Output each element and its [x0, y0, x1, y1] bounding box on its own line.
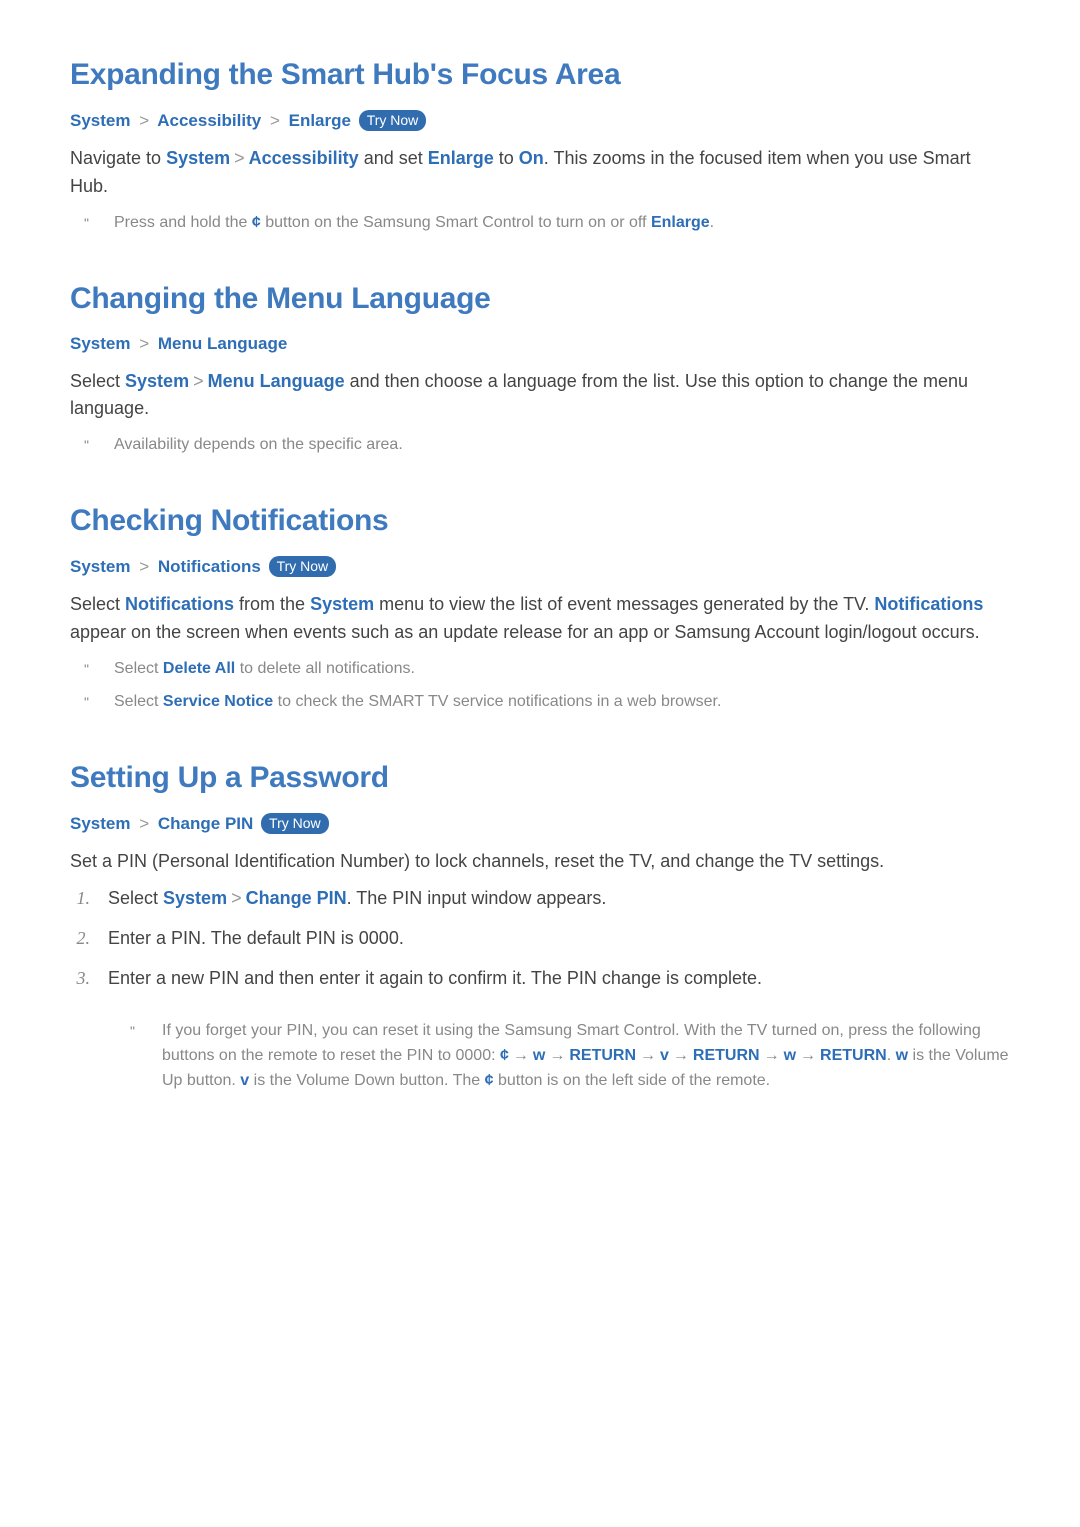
- hl-on: On: [519, 148, 544, 168]
- chevron-icon: >: [135, 111, 153, 130]
- step-text: Enter a new PIN and then enter it again …: [108, 965, 1010, 1093]
- chevron-icon: >: [135, 814, 153, 833]
- symbol-w: w: [896, 1047, 908, 1064]
- arrow-icon: →: [545, 1047, 569, 1064]
- chevron-icon: >: [135, 334, 153, 353]
- heading-menu-language: Changing the Menu Language: [70, 282, 1010, 316]
- note-text: Select Delete All to delete all notifica…: [114, 657, 415, 682]
- heading-expanding-smart-hub: Expanding the Smart Hub's Focus Area: [70, 58, 1010, 92]
- paragraph: Set a PIN (Personal Identification Numbe…: [70, 848, 1010, 876]
- symbol-c: ¢: [500, 1047, 509, 1064]
- arrow-icon: →: [509, 1047, 533, 1064]
- symbol-c: ¢: [485, 1072, 494, 1089]
- step-1: 1. Select System>Change PIN. The PIN inp…: [70, 885, 1010, 913]
- hl-menu-language: Menu Language: [208, 371, 345, 391]
- crumb-notifications: Notifications: [158, 557, 261, 576]
- hl-change-pin: Change PIN: [246, 888, 347, 908]
- step-text: Enter a PIN. The default PIN is 0000.: [108, 925, 1010, 953]
- breadcrumb-notifications: System > Notifications Try Now: [70, 556, 1010, 577]
- chevron-icon: >: [135, 557, 153, 576]
- note-text: Availability depends on the specific are…: [114, 433, 403, 458]
- note: " If you forget your PIN, you can reset …: [108, 1019, 1010, 1093]
- arrow-icon: →: [669, 1047, 693, 1064]
- hl-return: RETURN: [820, 1047, 887, 1064]
- step-number: 2.: [70, 925, 90, 953]
- chevron-icon: >: [189, 371, 208, 391]
- hl-service-notice: Service Notice: [163, 693, 273, 710]
- paragraph: Select System>Menu Language and then cho…: [70, 368, 1010, 424]
- note-marker-icon: ": [84, 690, 94, 715]
- hl-accessibility: Accessibility: [249, 148, 359, 168]
- crumb-enlarge: Enlarge: [289, 111, 351, 130]
- manual-page: Expanding the Smart Hub's Focus Area Sys…: [0, 0, 1080, 1527]
- step-text: Select System>Change PIN. The PIN input …: [108, 885, 1010, 913]
- hl-system: System: [125, 371, 189, 391]
- chevron-icon: >: [227, 888, 246, 908]
- symbol-v: v: [240, 1072, 249, 1089]
- note: " Press and hold the ¢ button on the Sam…: [70, 211, 1010, 236]
- crumb-system: System: [70, 334, 130, 353]
- paragraph: Navigate to System>Accessibility and set…: [70, 145, 1010, 201]
- note-marker-icon: ": [84, 657, 94, 682]
- step-3: 3. Enter a new PIN and then enter it aga…: [70, 965, 1010, 1093]
- note: " Availability depends on the specific a…: [70, 433, 1010, 458]
- hl-return: RETURN: [693, 1047, 760, 1064]
- breadcrumb-change-pin: System > Change PIN Try Now: [70, 813, 1010, 834]
- heading-setting-up-password: Setting Up a Password: [70, 761, 1010, 795]
- note-text: If you forget your PIN, you can reset it…: [162, 1019, 1010, 1093]
- crumb-menu-language: Menu Language: [158, 334, 287, 353]
- hl-notifications: Notifications: [125, 594, 234, 614]
- symbol-w: w: [533, 1047, 545, 1064]
- step-number: 3.: [70, 965, 90, 1093]
- note-marker-icon: ": [84, 433, 94, 458]
- arrow-icon: →: [636, 1047, 660, 1064]
- arrow-icon: →: [760, 1047, 784, 1064]
- crumb-system: System: [70, 111, 130, 130]
- hl-system: System: [163, 888, 227, 908]
- try-now-badge[interactable]: Try Now: [359, 110, 427, 131]
- hl-delete-all: Delete All: [163, 660, 235, 677]
- try-now-badge[interactable]: Try Now: [261, 813, 329, 834]
- note-text: Press and hold the ¢ button on the Samsu…: [114, 211, 714, 236]
- breadcrumb-enlarge: System > Accessibility > Enlarge Try Now: [70, 110, 1010, 131]
- hl-return: RETURN: [569, 1047, 636, 1064]
- hl-system: System: [310, 594, 374, 614]
- ordered-steps: 1. Select System>Change PIN. The PIN inp…: [70, 885, 1010, 1093]
- crumb-system: System: [70, 814, 130, 833]
- crumb-accessibility: Accessibility: [157, 111, 261, 130]
- paragraph: Select Notifications from the System men…: [70, 591, 1010, 647]
- hl-enlarge: Enlarge: [428, 148, 494, 168]
- crumb-system: System: [70, 557, 130, 576]
- note: " Select Service Notice to check the SMA…: [70, 690, 1010, 715]
- step-2: 2. Enter a PIN. The default PIN is 0000.: [70, 925, 1010, 953]
- crumb-change-pin: Change PIN: [158, 814, 253, 833]
- try-now-badge[interactable]: Try Now: [269, 556, 337, 577]
- symbol-w: w: [784, 1047, 796, 1064]
- chevron-icon: >: [230, 148, 249, 168]
- arrow-icon: →: [796, 1047, 820, 1064]
- note: " Select Delete All to delete all notifi…: [70, 657, 1010, 682]
- hl-notifications: Notifications: [874, 594, 983, 614]
- heading-notifications: Checking Notifications: [70, 504, 1010, 538]
- symbol-c: ¢: [252, 214, 261, 231]
- hl-system: System: [166, 148, 230, 168]
- hl-enlarge: Enlarge: [651, 214, 710, 231]
- chevron-icon: >: [266, 111, 284, 130]
- step-number: 1.: [70, 885, 90, 913]
- breadcrumb-menu-language: System > Menu Language: [70, 334, 1010, 354]
- note-marker-icon: ": [130, 1019, 140, 1093]
- note-text: Select Service Notice to check the SMART…: [114, 690, 721, 715]
- symbol-v: v: [660, 1047, 669, 1064]
- note-marker-icon: ": [84, 211, 94, 236]
